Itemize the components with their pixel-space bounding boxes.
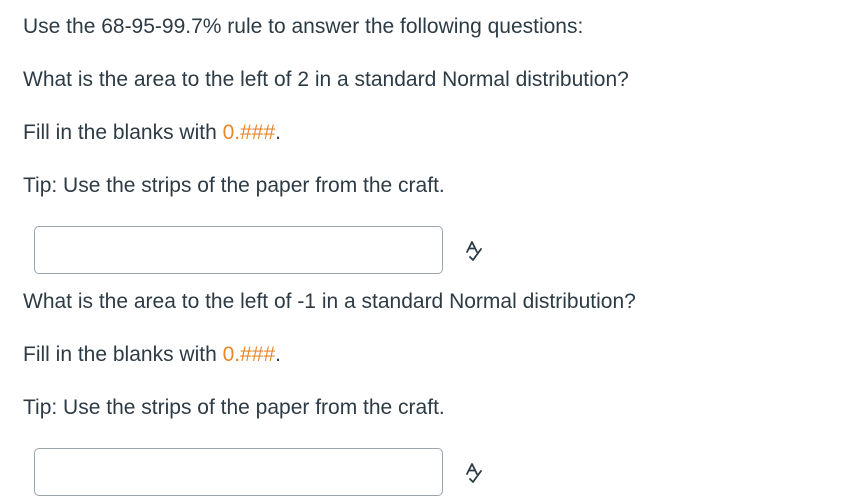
- fill-instruction-prefix: Fill in the blanks with: [23, 343, 223, 366]
- question-1-tip: Tip: Use the strips of the paper from th…: [23, 174, 445, 197]
- fill-instruction-suffix: .: [275, 121, 281, 144]
- question-2-prompt: What is the area to the left of -1 in a …: [23, 290, 636, 313]
- question-1-prompt: What is the area to the left of 2 in a s…: [23, 68, 629, 91]
- fill-instruction-suffix: .: [275, 343, 281, 366]
- fill-format-highlight: 0.###: [222, 343, 276, 366]
- fill-format-highlight: 0.###: [222, 121, 276, 144]
- question-1-answer-input[interactable]: [34, 226, 443, 274]
- question-2-tip: Tip: Use the strips of the paper from th…: [23, 396, 445, 419]
- question-2-answer-input[interactable]: [34, 448, 443, 496]
- question-1-fill-instruction: Fill in the blanks with 0.###.: [23, 120, 281, 146]
- spell-check-icon[interactable]: [463, 461, 487, 485]
- spell-check-icon[interactable]: [463, 239, 487, 263]
- question-2-fill-instruction: Fill in the blanks with 0.###.: [23, 342, 281, 368]
- fill-instruction-prefix: Fill in the blanks with: [23, 121, 223, 144]
- intro-text: Use the 68-95-99.7% rule to answer the f…: [23, 15, 584, 38]
